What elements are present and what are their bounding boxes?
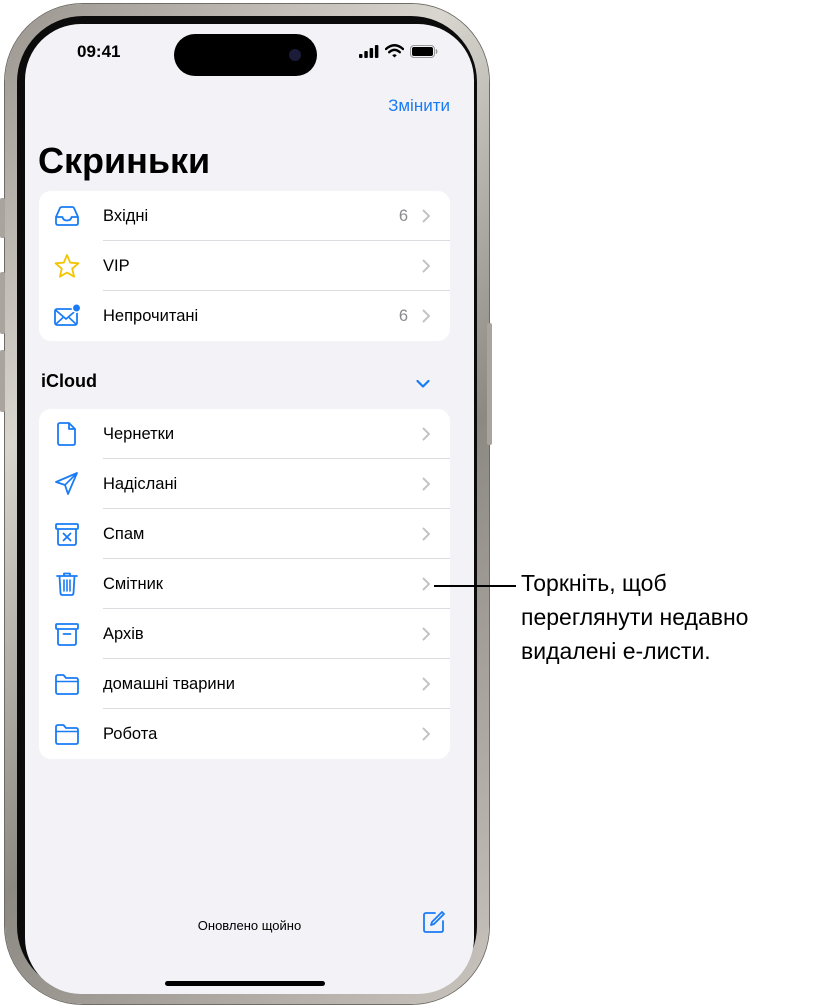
chevron-right-icon (422, 209, 430, 223)
mailbox-label: Робота (103, 724, 158, 743)
mailbox-label: Спам (103, 524, 145, 543)
mailbox-count: 6 (398, 206, 408, 225)
mailbox-row-vip[interactable]: VIP (39, 241, 450, 291)
chevron-down-icon[interactable] (415, 378, 431, 390)
icloud-mailboxes-list: Чернетки Надіслані Спам Смітник Архів до… (39, 409, 450, 759)
dynamic-island (174, 34, 317, 76)
mailbox-label: Надіслані (103, 474, 178, 493)
junk-box-icon (55, 523, 79, 546)
chevron-right-icon (422, 627, 430, 641)
mailbox-label: Смітник (103, 574, 164, 593)
mailbox-row-inbox[interactable]: Вхідні 6 (39, 191, 450, 241)
camera-icon (289, 49, 301, 61)
document-icon (57, 422, 76, 446)
mailbox-row-unread[interactable]: Непрочитані 6 (39, 291, 450, 341)
archive-box-icon (55, 623, 79, 646)
callout-line-3: видалені е-листи. (521, 638, 711, 664)
mailbox-row-pets[interactable]: домашні тварини (39, 659, 450, 709)
trash-icon (56, 572, 78, 596)
cellular-signal-icon (359, 44, 379, 58)
page-title: Скриньки (38, 140, 211, 181)
chevron-right-icon (422, 527, 430, 541)
mailbox-row-work[interactable]: Робота (39, 709, 450, 759)
update-status-text: Оновлено щойно (197, 918, 302, 933)
chevron-right-icon (422, 259, 430, 273)
callout-line-1: Торкніть, щоб (521, 570, 667, 596)
mailbox-label: VIP (103, 256, 130, 275)
mailbox-row-trash[interactable]: Смітник (39, 559, 450, 609)
volume-up-button (0, 272, 5, 334)
star-icon (54, 254, 80, 278)
callout-leader-line (434, 585, 516, 587)
battery-icon (410, 44, 438, 58)
paper-plane-icon (55, 472, 78, 495)
power-button (487, 323, 492, 445)
callout-line-2: переглянути недавно (521, 604, 749, 630)
mailbox-row-archive[interactable]: Архів (39, 609, 450, 659)
callout-annotation: Торкніть, щоб переглянути недавно видале… (521, 566, 821, 668)
wifi-icon (385, 44, 404, 58)
chevron-right-icon (422, 477, 430, 491)
mailbox-row-junk[interactable]: Спам (39, 509, 450, 559)
mail-screen: 09:41 Змінити Скриньки Вхідні 6 VIP Непр… (25, 24, 474, 994)
status-icons (359, 44, 438, 58)
chevron-right-icon (422, 727, 430, 741)
chevron-right-icon (422, 677, 430, 691)
status-time: 09:41 (77, 42, 121, 61)
mailbox-label: Чернетки (103, 424, 175, 443)
mailbox-row-sent[interactable]: Надіслані (39, 459, 450, 509)
unread-envelope-icon (54, 303, 81, 326)
smart-mailboxes-list: Вхідні 6 VIP Непрочитані 6 (39, 191, 450, 341)
action-button (0, 198, 5, 238)
mailbox-label: Непрочитані (103, 306, 199, 325)
volume-down-button (0, 350, 5, 412)
compose-icon[interactable] (422, 910, 446, 934)
mailbox-label: Вхідні (103, 206, 149, 225)
chevron-right-icon (422, 427, 430, 441)
home-indicator[interactable] (165, 981, 325, 986)
mailbox-label: Архів (103, 624, 144, 643)
mailbox-count: 6 (398, 306, 408, 325)
folder-icon (55, 724, 79, 745)
icloud-section-title[interactable]: iCloud (41, 371, 97, 392)
edit-button[interactable]: Змінити (388, 96, 450, 116)
chevron-right-icon (422, 577, 430, 591)
chevron-right-icon (422, 309, 430, 323)
folder-icon (55, 674, 79, 695)
mailbox-label: домашні тварини (103, 674, 235, 693)
mailbox-row-drafts[interactable]: Чернетки (39, 409, 450, 459)
inbox-tray-icon (55, 206, 79, 226)
